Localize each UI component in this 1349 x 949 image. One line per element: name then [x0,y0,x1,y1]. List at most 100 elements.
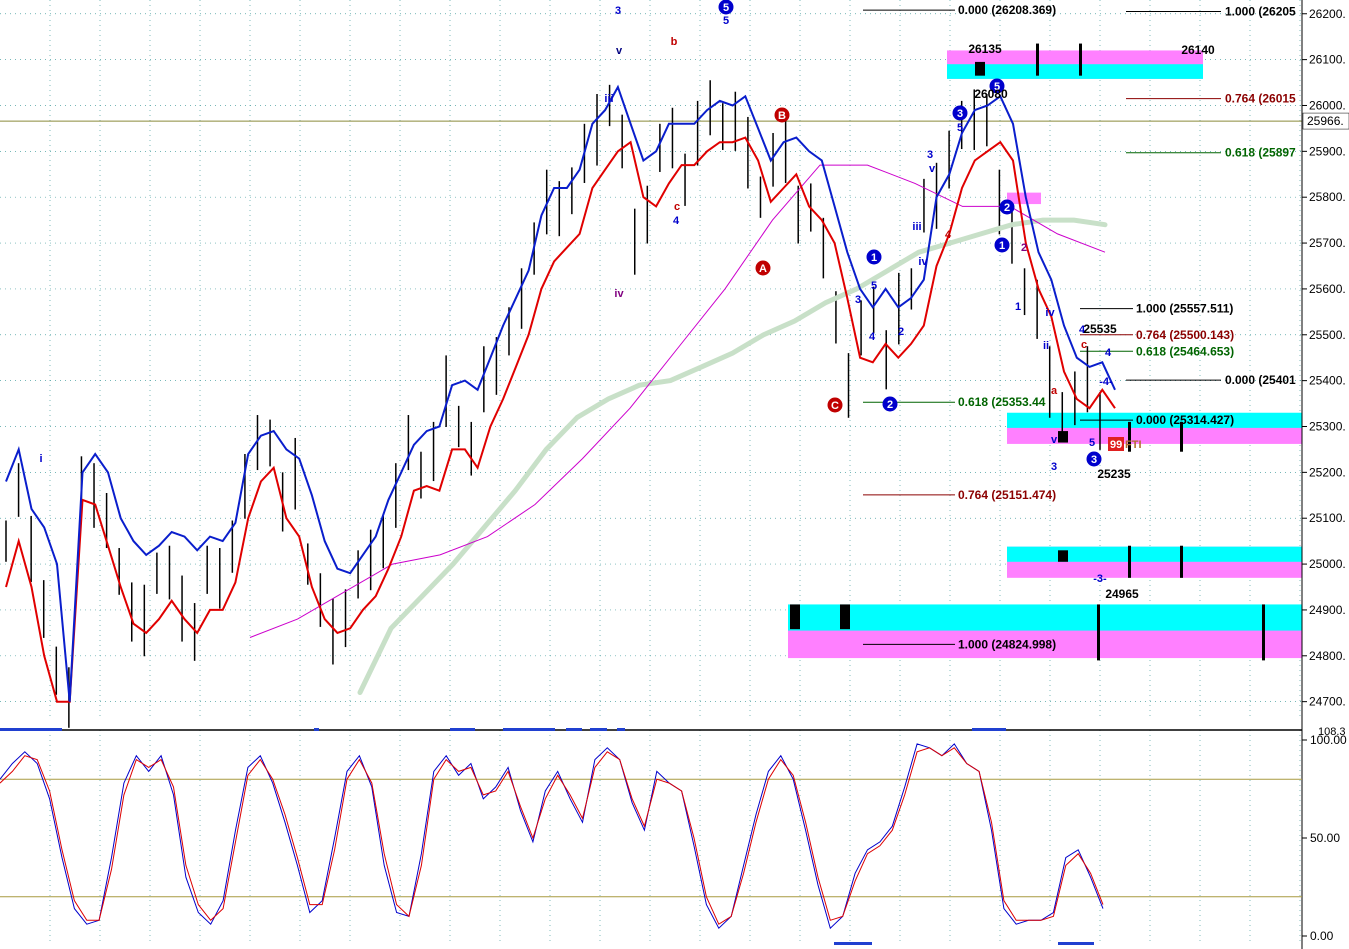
wave-label: 5 [723,2,729,14]
wave-label: ii [1043,340,1049,352]
y-tick-label: 26200. [1309,7,1346,21]
fib-label: 0.618 (25897 [1225,146,1296,160]
price-label: 26140 [1181,43,1215,57]
signal-bar-top [972,728,1006,731]
zone-marker [840,604,850,630]
signal-bar-bottom [834,942,872,945]
wave-label: 3 [1051,461,1057,473]
wave-label: b [671,36,678,48]
target-zone-top-cyan [947,64,1203,79]
oscillator-line [0,743,1104,930]
signal-bar-top [0,728,62,731]
zone-marker [1262,604,1265,661]
signal-bar-top [503,728,555,731]
price-label: 25535 [1083,322,1117,336]
zone-marker [1180,545,1183,578]
wave-label: 2 [1021,242,1027,254]
wave-label: 3 [615,5,621,17]
wave-label: 5 [871,280,877,292]
wave-label: 2 [887,399,893,411]
zone-marker [1058,550,1068,562]
wave-label: c [1081,339,1087,351]
wave-label: 4 [1105,347,1112,359]
wave-label: iii [604,93,613,105]
y-tick-label: 25500. [1309,328,1346,342]
wave-label: 2 [1004,202,1010,214]
wave-label: iv [918,256,928,268]
y-tick-label: 25300. [1309,419,1346,433]
signal-marker-text: 99 [1110,439,1122,451]
y-tick-label: 24800. [1309,649,1346,663]
y-tick-label: 25100. [1309,511,1346,525]
wave-label: -4- [1099,376,1113,388]
wave-label: v [1051,434,1058,446]
fib-label: 1.000 (25557.511) [1136,302,1233,316]
fib-label: 1.000 (26205 [1225,4,1296,18]
wave-label: 3 [957,108,963,120]
wave-label: iii [912,221,921,233]
y-tick-label: 25200. [1309,465,1346,479]
wave-label: iv [614,288,624,300]
price-label: 26080 [974,87,1008,101]
signal-bar-top [314,728,319,731]
wave-label: 5 [1089,437,1095,449]
wave-label: 4 [869,331,876,343]
wave-label: i [39,453,42,465]
wave-label: 1 [871,252,877,264]
wave-label: 5 [957,122,963,134]
current-price-label: 25966. [1307,114,1344,128]
wave-label: 4 [673,215,680,227]
zone-marker [1128,545,1131,578]
zone-marker [1079,43,1082,76]
osc-tick-label: 0.00 [1310,929,1334,943]
price-axis: 26200. 26100. 26000. 25900. 25800. 25700. 2560… [1301,0,1349,949]
oscillator-line [0,747,1104,925]
wave-label: v [929,163,936,175]
wave-label: 4 [945,229,952,241]
zone-marker [975,61,985,76]
signal-marker-text: FTI [1125,439,1142,451]
price-label: 25235 [1097,467,1131,481]
y-tick-label: 25600. [1309,282,1346,296]
signal-bar-bottom [1058,942,1094,945]
wave-label: 1 [1015,301,1021,313]
zone-marker [790,604,800,630]
wave-label: C [831,400,839,412]
signal-bar-top [450,728,475,731]
wave-label: 1 [999,240,1005,252]
wave-label: 3 [1091,454,1097,466]
wave-label: c [674,201,680,213]
wave-label: iv [1045,307,1055,319]
chart-canvas: 0.000 (26208.369) 1.000 (26205 0.764 (2601… [0,0,1349,949]
y-tick-label: 24700. [1309,695,1346,709]
y-tick-label: 25800. [1309,190,1346,204]
price-label: 24965 [1105,587,1139,601]
signal-bar-top [590,728,607,731]
zone-marker [1097,604,1100,661]
fib-label: 0.000 (26208.369) [958,3,1056,17]
fib-label: 0.618 (25464.653) [1136,344,1234,358]
wave-label: 2 [898,326,904,338]
wave-label: A [759,263,767,275]
y-tick-label: 24900. [1309,603,1346,617]
wave-label: a [1051,385,1058,397]
y-tick-label: 26000. [1309,98,1346,112]
y-tick-label: 25000. [1309,557,1346,571]
fib-label: 0.000 (25314.427) [1136,413,1234,427]
wave-label: B [778,110,786,122]
signal-bar-top [617,728,625,731]
wave-label: 3 [855,294,861,306]
wave-label: 3 [927,149,933,161]
fib-label: 1.000 (24824.998) [958,637,1056,651]
fib-label: 0.618 (25353.44 [958,395,1046,409]
price-label: 26135 [968,42,1002,56]
y-tick-label: 25900. [1309,144,1346,158]
fib-label: 0.000 (25401 [1225,373,1296,387]
osc-tick-label: 100.00 [1310,733,1347,747]
fib-label: 0.764 (26015 [1225,92,1296,106]
fib-label: 0.764 (25500.143) [1136,328,1234,342]
fib-label: 0.764 (25151.474) [958,488,1056,502]
wave-label: 5 [723,15,729,27]
target-zone-low-cyan [1007,546,1302,562]
wave-label: v [616,45,623,57]
